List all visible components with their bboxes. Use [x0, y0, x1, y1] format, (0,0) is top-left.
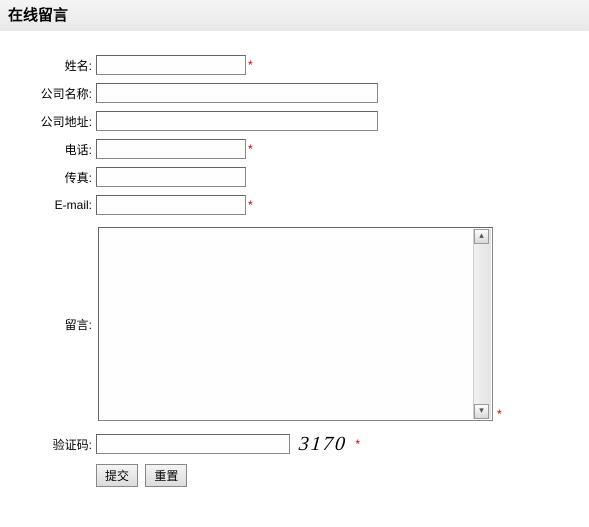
input-phone[interactable] [96, 139, 246, 159]
required-mark: * [497, 407, 502, 421]
required-mark: * [248, 198, 253, 212]
label-phone: 电话: [0, 135, 94, 163]
input-captcha[interactable] [96, 434, 290, 454]
row-captcha: 验证码: 3170* [0, 429, 506, 460]
row-company: 公司名称: [0, 79, 506, 107]
message-form: 姓名: * 公司名称: 公司地址: 电话: * 传真: [0, 31, 589, 497]
label-email: E-mail: [0, 191, 94, 219]
label-address: 公司地址: [0, 107, 94, 135]
input-fax[interactable] [96, 167, 246, 187]
row-email: E-mail: * [0, 191, 506, 219]
row-phone: 电话: * [0, 135, 506, 163]
input-message[interactable] [99, 228, 473, 418]
button-row: 提交 重置 [0, 460, 589, 487]
input-name[interactable] [96, 55, 246, 75]
submit-button[interactable]: 提交 [96, 464, 138, 487]
message-box: ▴ ▾ [98, 227, 493, 421]
scroll-up-icon[interactable]: ▴ [474, 229, 489, 244]
row-address: 公司地址: [0, 107, 506, 135]
label-company: 公司名称: [0, 79, 94, 107]
required-mark: * [248, 58, 253, 72]
captcha-image: 3170 [292, 433, 354, 456]
label-name: 姓名: [0, 51, 94, 79]
input-email[interactable] [96, 195, 246, 215]
row-message: 留言: ▴ ▾ * [0, 219, 506, 429]
scrollbar[interactable]: ▴ ▾ [473, 229, 491, 419]
input-company[interactable] [96, 83, 378, 103]
reset-button[interactable]: 重置 [145, 464, 187, 487]
label-message: 留言: [0, 219, 94, 429]
row-name: 姓名: * [0, 51, 506, 79]
row-fax: 传真: [0, 163, 506, 191]
required-mark: * [355, 437, 360, 451]
scroll-down-icon[interactable]: ▾ [474, 404, 489, 419]
form-table: 姓名: * 公司名称: 公司地址: 电话: * 传真: [0, 51, 506, 460]
label-fax: 传真: [0, 163, 94, 191]
label-captcha: 验证码: [0, 429, 94, 460]
required-mark: * [248, 142, 253, 156]
page-title-text: 在线留言 [8, 7, 68, 24]
input-address[interactable] [96, 111, 378, 131]
page-title: 在线留言 [0, 0, 589, 31]
